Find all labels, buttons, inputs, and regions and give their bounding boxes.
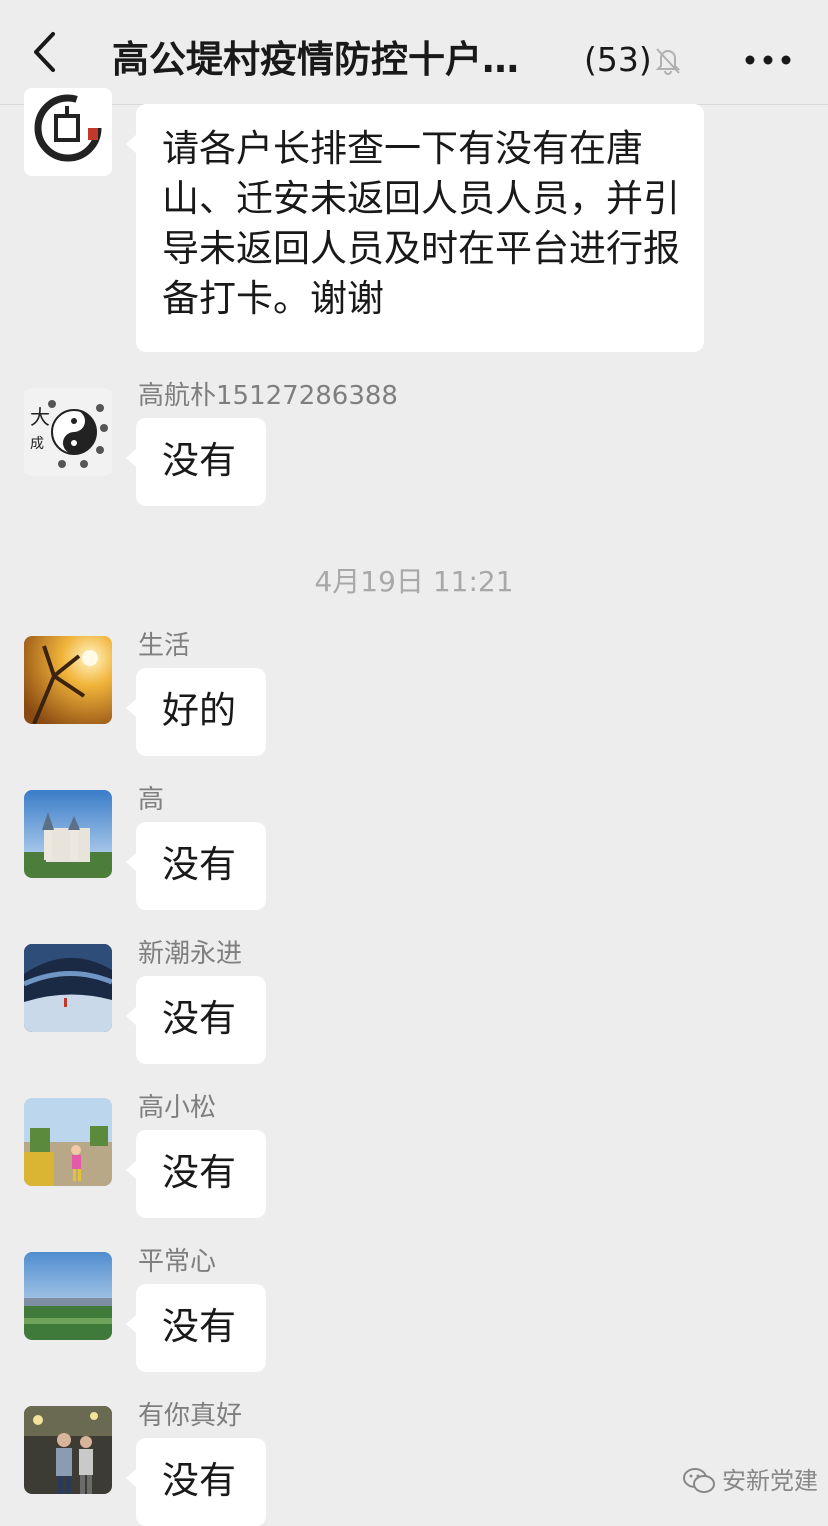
message-bubble[interactable]: 没有 <box>126 1130 266 1218</box>
chat-title[interactable]: 高公堤村疫情防控十户… <box>112 36 568 84</box>
message-bubble[interactable]: 没有 <box>126 822 266 910</box>
autumn-tree-avatar[interactable] <box>24 636 112 724</box>
message-bubble[interactable]: 没有 <box>126 1438 266 1526</box>
message-bubble[interactable]: 没有 <box>126 1284 266 1372</box>
child-park-avatar[interactable] <box>24 1098 112 1186</box>
landscape-icon <box>24 1252 112 1340</box>
sender-name: 高 <box>138 785 165 815</box>
message-bubble[interactable]: 好的 <box>126 668 266 756</box>
message-bubble[interactable]: 没有 <box>126 418 266 506</box>
sender-name: 新潮永进 <box>138 939 243 969</box>
people-street-icon <box>24 1406 112 1494</box>
more-dots-icon[interactable] <box>742 44 794 76</box>
member-count: (53) <box>584 40 652 79</box>
message-bubble[interactable]: 请各户长排查一下有没有在唐山、迁安未返回人员人员，并引导未返回人员及时在平台进行… <box>126 104 704 352</box>
sender-name: 平常心 <box>138 1247 217 1277</box>
autumn-tree-icon <box>24 636 112 724</box>
wechat-icon <box>683 1468 715 1493</box>
time-divider: 4月19日 11:21 <box>314 565 514 598</box>
chat-header: 高公堤村疫情防控十户… (53) <box>0 0 828 105</box>
sender-name: 有你真好 <box>138 1401 243 1431</box>
svg-text:大: 大 <box>30 405 50 429</box>
landscape-avatar[interactable] <box>24 1252 112 1340</box>
message-bubble[interactable]: 没有 <box>126 976 266 1064</box>
people-street-avatar[interactable] <box>24 1406 112 1494</box>
bell-off-icon <box>655 48 681 75</box>
sender-name: 生活 <box>138 631 191 661</box>
castle-icon <box>24 790 112 878</box>
child-park-icon <box>24 1098 112 1186</box>
calligraphy-icon <box>24 88 112 176</box>
sender-name: 高航朴15127286388 <box>138 381 398 411</box>
watermark-text: 安新党建 <box>722 1467 818 1495</box>
castle-avatar[interactable] <box>24 790 112 878</box>
chevron-left-icon[interactable] <box>24 30 68 74</box>
svg-text:成: 成 <box>30 436 44 452</box>
taiji-avatar[interactable]: 大 成 <box>24 388 112 476</box>
taiji-icon: 大 成 <box>24 388 112 476</box>
calligraphy-avatar[interactable] <box>24 88 112 176</box>
ice-cave-icon <box>24 944 112 1032</box>
sender-name: 高小松 <box>138 1093 217 1123</box>
ice-cave-avatar[interactable] <box>24 944 112 1032</box>
